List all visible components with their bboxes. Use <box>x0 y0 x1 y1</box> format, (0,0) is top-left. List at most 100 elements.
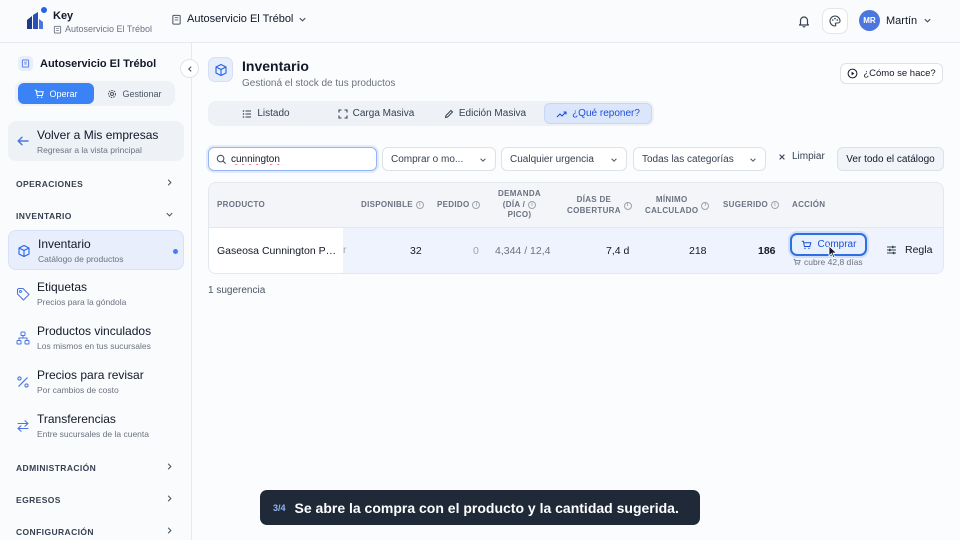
info-icon[interactable]: i <box>472 201 481 210</box>
arrow-left-icon <box>17 136 29 146</box>
sidebar-item-etiquetas-subtitle: Precios para la góndola <box>37 297 127 307</box>
page-title: Inventario <box>242 58 309 74</box>
cell-sugerido: 186 <box>758 245 776 257</box>
chevron-down-icon <box>611 158 617 162</box>
chevron-right-icon <box>167 495 172 502</box>
col-demanda-label-2: (DÍA / <box>502 199 526 209</box>
store-icon <box>53 25 62 34</box>
page-subtitle: Gestioná el stock de tus productos <box>242 78 396 89</box>
col-sugerido[interactable]: SUGERIDO i <box>723 200 780 211</box>
clear-filters-button[interactable]: Limpiar <box>778 151 825 162</box>
sidebar-item-productos-vinculados[interactable]: Productos vinculados Los mismos en tus s… <box>8 318 184 358</box>
view-catalog-button[interactable]: Ver todo el catálogo <box>837 147 944 171</box>
search-input[interactable] <box>231 151 371 167</box>
howto-button[interactable]: ¿Cómo se hace? <box>840 63 943 84</box>
tag-icon <box>16 287 30 301</box>
info-icon[interactable]: i <box>771 201 780 210</box>
chevron-right-icon <box>167 463 172 470</box>
col-pedido-label: PEDIDO <box>437 200 470 209</box>
sidebar-item-transferencias[interactable]: Transferencias Entre sucursales de la cu… <box>8 406 184 446</box>
chevron-down-icon <box>166 212 173 217</box>
col-minimo[interactable]: MÍNIMO CALCULADO i <box>645 195 710 216</box>
sidebar: Autoservicio El Trébol Operar Gestionar … <box>0 43 192 540</box>
info-icon[interactable]: i <box>701 201 710 210</box>
mode-toggle: Operar Gestionar <box>15 81 175 106</box>
col-dias-label-1: DÍAS DE <box>576 195 612 204</box>
tutorial-tooltip: 3/4 Se abre la compra con el producto y … <box>260 490 700 525</box>
info-icon[interactable]: i <box>415 201 424 210</box>
sidebar-item-precios-revisar[interactable]: Precios para revisar Por cambios de cost… <box>8 362 184 402</box>
back-to-companies[interactable]: Volver a Mis empresas Regresar a la vist… <box>8 121 184 161</box>
tab-edicion-masiva[interactable]: Edición Masiva <box>430 103 540 124</box>
percent-icon <box>17 376 29 388</box>
cell-disponible: 32 <box>410 245 422 257</box>
col-disponible[interactable]: DISPONIBLE i <box>361 200 424 211</box>
col-disponible-label: DISPONIBLE <box>361 200 413 209</box>
sidebar-item-etiquetas[interactable]: Etiquetas Precios para la góndola <box>8 274 184 314</box>
bell-icon[interactable] <box>797 14 811 28</box>
pencil-icon <box>444 109 454 118</box>
tab-listado-label: Listado <box>257 108 290 119</box>
cart-icon <box>35 89 45 98</box>
mode-gestionar-button[interactable]: Gestionar <box>97 83 172 104</box>
clear-filters-label: Limpiar <box>792 151 825 162</box>
rule-button-label: Regla <box>905 244 933 256</box>
store-icon <box>18 56 33 71</box>
info-icon[interactable]: i <box>623 201 632 210</box>
cart-icon <box>801 240 811 249</box>
cell-pedido: 0 <box>473 245 479 257</box>
cell-demanda: 4,344 / 12,4 <box>495 245 551 257</box>
tab-listado[interactable]: Listado <box>210 103 322 124</box>
table-row[interactable]: Gaseosa Cunnington Po... r 32 0 4,344 / … <box>209 228 943 273</box>
category-select-value: Todas las categorías <box>642 153 734 165</box>
info-icon[interactable]: i <box>528 200 537 209</box>
mode-operar-button[interactable]: Operar <box>18 83 94 104</box>
tab-que-reponer-label: ¿Qué reponer? <box>572 108 640 119</box>
theme-button[interactable] <box>822 8 848 34</box>
palette-icon <box>829 15 841 27</box>
col-demanda[interactable]: DEMANDA (DÍA / i PICO) <box>498 189 541 221</box>
urgency-select[interactable]: Cualquier urgencia <box>501 147 627 171</box>
sidebar-store-name: Autoservicio El Trébol <box>40 57 157 70</box>
col-sugerido-label: SUGERIDO <box>723 200 769 209</box>
section-administracion-label: ADMINISTRACIÓN <box>16 463 97 473</box>
tab-que-reponer[interactable]: ¿Qué reponer? <box>544 103 652 124</box>
col-dias-cobertura[interactable]: DÍAS DE COBERTURA i <box>567 195 632 216</box>
search-field[interactable] <box>208 147 377 171</box>
col-producto[interactable]: PRODUCTO <box>217 200 265 211</box>
section-inventario[interactable]: INVENTARIO <box>16 211 174 221</box>
chevron-right-icon <box>167 527 172 534</box>
rule-button[interactable]: Regla <box>886 244 932 256</box>
section-configuracion[interactable]: CONFIGURACIÓN <box>16 527 174 537</box>
col-minimo-label-1: MÍNIMO <box>655 195 688 204</box>
search-icon <box>216 154 227 165</box>
tab-carga-masiva[interactable]: Carga Masiva <box>326 103 426 124</box>
mouse-cursor-icon <box>828 245 838 259</box>
sidebar-item-inventario[interactable]: Inventario Catálogo de productos <box>8 230 184 270</box>
section-egresos-label: EGRESOS <box>16 495 61 505</box>
tab-bar: Listado Carga Masiva Edición Masiva ¿Qué… <box>208 101 654 126</box>
mode-select-value: Comprar o mo... <box>391 153 464 165</box>
building-icon <box>172 14 181 25</box>
tab-edicion-masiva-label: Edición Masiva <box>458 108 527 119</box>
section-operaciones[interactable]: OPERACIONES <box>16 179 174 189</box>
section-administracion[interactable]: ADMINISTRACIÓN <box>16 463 174 473</box>
collapse-sidebar-button[interactable] <box>180 59 199 78</box>
cell-producto[interactable]: Gaseosa Cunnington Po... <box>217 245 337 257</box>
store-switcher[interactable]: Autoservicio El Trébol <box>171 13 307 25</box>
mode-select[interactable]: Comprar o mo... <box>382 147 496 171</box>
user-menu[interactable]: MR Martín <box>859 10 932 31</box>
col-pedido[interactable]: PEDIDO i <box>437 200 481 211</box>
back-title: Volver a Mis empresas <box>37 128 159 142</box>
sidebar-store: Autoservicio El Trébol <box>18 56 156 71</box>
cart-icon <box>793 258 801 266</box>
page-icon <box>208 57 233 82</box>
col-accion: ACCIÓN <box>792 200 826 209</box>
section-configuracion-label: CONFIGURACIÓN <box>16 527 94 537</box>
chevron-down-icon <box>480 158 486 162</box>
section-egresos[interactable]: EGRESOS <box>16 495 174 505</box>
warehouse-logo-icon[interactable] <box>24 10 46 32</box>
sidebar-item-precios-revisar-title: Precios para revisar <box>37 368 144 382</box>
top-bar: Key Autoservicio El Trébol Autoservicio … <box>0 0 960 43</box>
category-select[interactable]: Todas las categorías <box>633 147 766 171</box>
